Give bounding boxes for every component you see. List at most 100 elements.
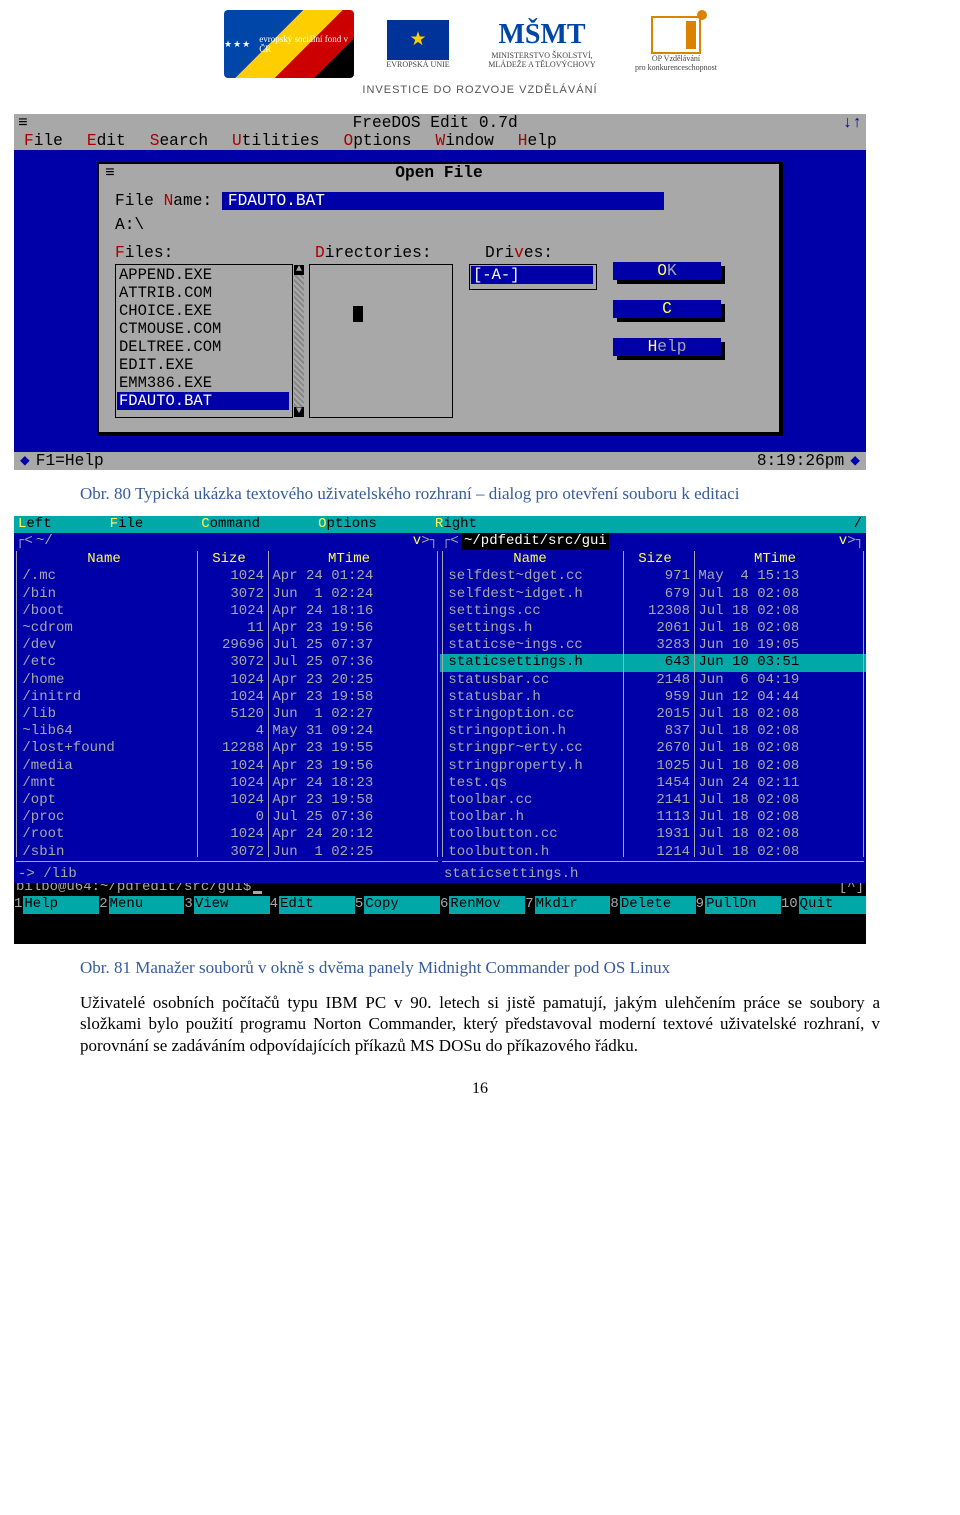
- star-icon: ★★★: [224, 39, 251, 50]
- dos-menu-item[interactable]: Window: [436, 132, 494, 150]
- table-row[interactable]: statusbar.h 959 Jun 12 04:44: [440, 689, 866, 706]
- table-row[interactable]: settings.cc 12308 Jul 18 02:08: [440, 603, 866, 620]
- table-row[interactable]: /.mc 1024 Apr 24 01:24: [14, 568, 440, 585]
- mc-menubar[interactable]: Left File Command Options Right /: [14, 516, 866, 533]
- table-row[interactable]: /boot 1024 Apr 24 18:16: [14, 603, 440, 620]
- table-row[interactable]: toolbar.cc 2141 Jul 18 02:08: [440, 792, 866, 809]
- fkey-pulldn[interactable]: 9PullDn: [696, 896, 781, 913]
- scroll-up-icon[interactable]: ▲: [294, 265, 304, 275]
- table-row[interactable]: /home 1024 Apr 23 20:25: [14, 672, 440, 689]
- file-entry[interactable]: FDAUTO.BAT: [117, 392, 289, 410]
- file-entry[interactable]: EDIT.EXE: [119, 356, 289, 374]
- table-row[interactable]: staticse~ings.cc 3283 Jun 10 19:05: [440, 637, 866, 654]
- dos-menu-item[interactable]: Utilities: [232, 132, 319, 150]
- dos-menu-item[interactable]: Options: [343, 132, 411, 150]
- fkey-view[interactable]: 3View: [184, 896, 269, 913]
- file-entry[interactable]: CTMOUSE.COM: [119, 320, 289, 338]
- table-row[interactable]: stringoption.cc 2015 Jul 18 02:08: [440, 706, 866, 723]
- table-row[interactable]: selfdest~dget.cc 971 May 4 15:13: [440, 568, 866, 585]
- filename-label-post: ame:: [173, 192, 212, 210]
- fkey-quit[interactable]: 10Quit: [781, 896, 866, 913]
- mc-left-panel[interactable]: ┌< ~/ v>┐ Name Size MTime /.mc 1024 Apr …: [14, 533, 440, 879]
- table-row[interactable]: test.qs 1454 Jun 24 02:11: [440, 775, 866, 792]
- table-row[interactable]: statusbar.cc 2148 Jun 6 04:19: [440, 672, 866, 689]
- dos-menu-item[interactable]: Help: [518, 132, 557, 150]
- table-row[interactable]: stringoption.h 837 Jul 18 02:08: [440, 723, 866, 740]
- table-row[interactable]: ~lib64 4 May 31 09:24: [14, 723, 440, 740]
- filename-input[interactable]: FDAUTO.BAT: [222, 192, 664, 210]
- file-entry[interactable]: APPEND.EXE: [119, 266, 289, 284]
- file-entry[interactable]: DELTREE.COM: [119, 338, 289, 356]
- fkey-renmov[interactable]: 6RenMov: [440, 896, 525, 913]
- dos-menu-item[interactable]: Search: [150, 132, 208, 150]
- table-row[interactable]: settings.h 2061 Jul 18 02:08: [440, 620, 866, 637]
- right-rows[interactable]: selfdest~dget.cc 971 May 4 15:13 selfdes…: [440, 568, 866, 860]
- table-row[interactable]: selfdest~idget.h 679 Jul 18 02:08: [440, 586, 866, 603]
- table-row[interactable]: /mnt 1024 Apr 24 18:23: [14, 775, 440, 792]
- dos-menu-item[interactable]: File: [24, 132, 63, 150]
- table-row[interactable]: ~cdrom 11 Apr 23 19:56: [14, 620, 440, 637]
- table-row[interactable]: /sbin 3072 Jun 1 02:25: [14, 844, 440, 861]
- fkey-mkdir[interactable]: 7Mkdir: [525, 896, 610, 913]
- fkey-copy[interactable]: 5Copy: [355, 896, 440, 913]
- mc-menu-item[interactable]: File: [110, 516, 144, 533]
- table-row[interactable]: staticsettings.h 643 Jun 10 03:51: [440, 654, 866, 671]
- chevron-down-icon[interactable]: v: [413, 533, 421, 549]
- table-row[interactable]: stringproperty.h 1025 Jul 18 02:08: [440, 758, 866, 775]
- table-row[interactable]: /dev 29696 Jul 25 07:37: [14, 637, 440, 654]
- table-row[interactable]: toolbar.h 1113 Jul 18 02:08: [440, 809, 866, 826]
- table-row[interactable]: /lib 5120 Jun 1 02:27: [14, 706, 440, 723]
- help-button[interactable]: Help: [613, 338, 721, 356]
- cancel-button[interactable]: C: [613, 300, 721, 318]
- mc-fkeys[interactable]: 1Help2Menu3View4Edit5Copy6RenMov7Mkdir8D…: [14, 896, 866, 913]
- open-file-dialog: ≡ Open File File Name: FDAUTO.BAT A:\ Fi…: [97, 162, 783, 436]
- files-label-hot: F: [115, 244, 125, 262]
- figure-caption-81: Obr. 81 Manažer souborů v okně s dvěma p…: [80, 958, 880, 978]
- fkey-edit[interactable]: 4Edit: [270, 896, 355, 913]
- fkey-help[interactable]: 1Help: [14, 896, 99, 913]
- left-rows[interactable]: /.mc 1024 Apr 24 01:24 /bin 3072 Jun 1 0…: [14, 568, 440, 860]
- fkey-menu[interactable]: 2Menu: [99, 896, 184, 913]
- table-row[interactable]: /etc 3072 Jul 25 07:36: [14, 654, 440, 671]
- status-right-icon: ◆: [850, 452, 860, 470]
- table-row[interactable]: /opt 1024 Apr 23 19:58: [14, 792, 440, 809]
- table-row[interactable]: stringpr~erty.cc 2670 Jul 18 02:08: [440, 740, 866, 757]
- page-header: ★★★ evropský sociální fond v ČR ★ EVROPS…: [0, 10, 960, 96]
- file-entry[interactable]: CHOICE.EXE: [119, 302, 289, 320]
- drive-entry[interactable]: [-A-]: [471, 266, 593, 284]
- dialog-buttons: OK C Help: [613, 262, 721, 356]
- eu-logo-text: EVROPSKÁ UNIE: [386, 60, 449, 69]
- scrollbar[interactable]: ▲ ▼: [294, 265, 304, 417]
- mc-menu-item[interactable]: Left: [18, 516, 52, 533]
- left-status: -> /lib: [14, 866, 440, 883]
- mc-menu-item[interactable]: Options: [318, 516, 377, 533]
- table-row[interactable]: /root 1024 Apr 24 20:12: [14, 826, 440, 843]
- table-row[interactable]: /bin 3072 Jun 1 02:24: [14, 586, 440, 603]
- fkey-delete[interactable]: 8Delete: [610, 896, 695, 913]
- table-row[interactable]: toolbutton.h 1214 Jul 18 02:08: [440, 844, 866, 861]
- file-entry[interactable]: EMM386.EXE: [119, 374, 289, 392]
- dos-menu-item[interactable]: Edit: [87, 132, 126, 150]
- table-row[interactable]: /initrd 1024 Apr 23 19:58: [14, 689, 440, 706]
- table-row[interactable]: /media 1024 Apr 23 19:56: [14, 758, 440, 775]
- dirs-listbox[interactable]: [309, 264, 453, 418]
- resize-icon[interactable]: ↓↑: [843, 114, 862, 132]
- files-listbox[interactable]: APPEND.EXEATTRIB.COMCHOICE.EXECTMOUSE.CO…: [115, 264, 293, 418]
- table-row[interactable]: /proc 0 Jul 25 07:36: [14, 809, 440, 826]
- dirs-label: irectories:: [325, 244, 432, 262]
- table-row[interactable]: /lost+found 12288 Apr 23 19:55: [14, 740, 440, 757]
- msmt-line1: MINISTERSTVO ŠKOLSTVÍ,: [491, 51, 592, 60]
- mc-menu-item[interactable]: Command: [201, 516, 260, 533]
- status-left-icon: ◆: [20, 452, 30, 470]
- file-entry[interactable]: ATTRIB.COM: [119, 284, 289, 302]
- scroll-down-icon[interactable]: ▼: [294, 407, 304, 417]
- table-row[interactable]: toolbutton.cc 1931 Jul 18 02:08: [440, 826, 866, 843]
- chevron-down-icon[interactable]: v: [839, 533, 847, 549]
- dialog-title-text: Open File: [395, 164, 482, 182]
- figure-caption-80: Obr. 80 Typická ukázka textového uživate…: [80, 484, 880, 504]
- drives-listbox[interactable]: [-A-]: [469, 264, 597, 290]
- ok-button[interactable]: OK: [613, 262, 721, 280]
- mc-menu-item[interactable]: Right: [435, 516, 477, 533]
- dos-menubar[interactable]: File Edit Search Utilities Options Window Help: [14, 132, 866, 150]
- mc-right-panel[interactable]: ┌< ~/pdfedit/src/gui v>┐ Name Size MTime…: [440, 533, 866, 879]
